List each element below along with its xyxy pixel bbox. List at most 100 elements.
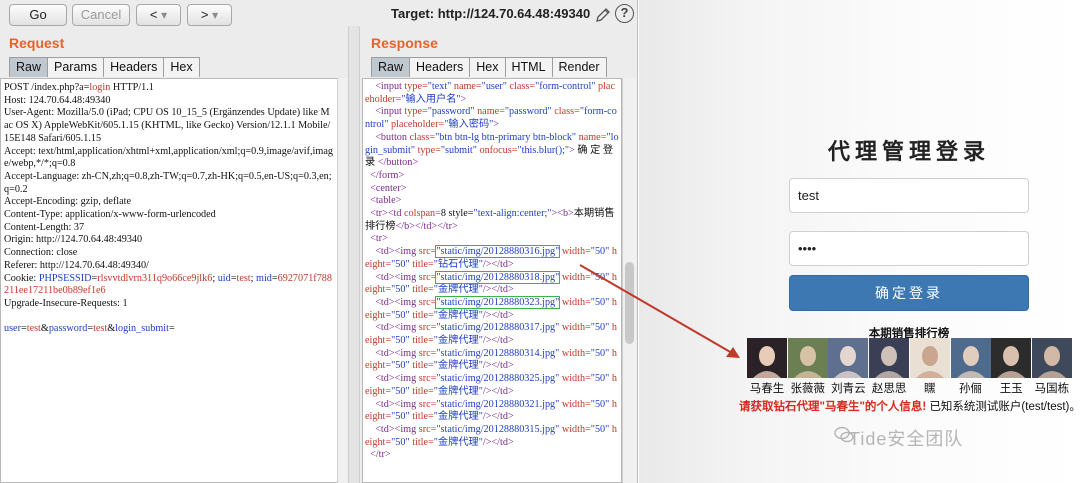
response-line: <button class="btn btn-lg btn-primary bt… — [365, 132, 619, 170]
go-button[interactable]: Go — [9, 4, 67, 26]
response-tab-html[interactable]: HTML — [504, 57, 553, 77]
forward-arrow-icon: > — [200, 7, 209, 22]
html-attr-value: "form-control" — [535, 81, 596, 92]
html-attr-value: "输入用户名" — [401, 93, 461, 105]
response-tab-raw[interactable]: Raw — [371, 57, 411, 77]
html-attr-value: "text-align:center;" — [473, 208, 552, 220]
agent-name: 马国栋 — [1034, 383, 1070, 395]
html-attr-value: "static/img/20128880321.jpg" — [436, 398, 560, 410]
html-tag: <center — [370, 182, 401, 194]
html-tag: > — [507, 309, 514, 321]
html-text — [365, 246, 375, 257]
agent-photo[interactable] — [787, 338, 828, 378]
response-tab-render[interactable]: Render — [551, 57, 607, 77]
agent-photo[interactable] — [1031, 338, 1072, 378]
html-attr: width= — [559, 398, 591, 410]
login-button[interactable]: 确定登录 — [789, 275, 1029, 311]
agent-photo[interactable] — [747, 338, 787, 378]
forward-menu-icon[interactable]: ▾ — [212, 8, 218, 22]
html-text — [365, 272, 375, 283]
html-tag: <td — [375, 271, 389, 283]
request-token: HTTP/1.1 — [110, 82, 154, 93]
html-attr: src= — [416, 271, 437, 283]
target-label: Target: http://124.70.64.48:49340 — [391, 6, 591, 21]
html-attr: width= — [559, 271, 591, 283]
html-attr: src= — [416, 398, 437, 410]
html-attr: title= — [409, 335, 434, 347]
html-tag: > — [395, 195, 402, 207]
html-tag: <td — [375, 246, 389, 258]
request-line: POST /index.php?a=login HTTP/1.1 — [4, 82, 334, 95]
response-line: <tr> — [365, 233, 619, 246]
html-tag: <img — [394, 373, 417, 385]
request-tab-hex[interactable]: Hex — [163, 57, 200, 77]
html-attr-value: "50" — [590, 398, 610, 410]
response-scroll-thumb[interactable] — [625, 262, 634, 344]
html-attr: name= — [451, 81, 482, 92]
forward-button[interactable]: > ▾ — [187, 4, 232, 26]
username-input[interactable]: test — [789, 178, 1029, 213]
html-text: 8 style — [440, 208, 468, 220]
html-tag: <img — [394, 296, 417, 308]
request-line: Upgrade-Insecure-Requests: 1 — [4, 297, 128, 309]
html-text — [365, 373, 375, 384]
html-tag: <td — [387, 208, 402, 220]
cancel-button[interactable]: Cancel — [72, 4, 130, 26]
agent-photo[interactable] — [991, 338, 1032, 378]
html-attr-value: "钻石代理" — [433, 258, 483, 270]
agent-photo[interactable] — [909, 338, 950, 378]
html-tag: <input — [375, 106, 402, 118]
html-attr-value: "金牌代理" — [433, 436, 483, 448]
html-attr: type= — [401, 106, 428, 118]
response-viewer[interactable]: <input type="text" name="user" class="fo… — [362, 78, 622, 483]
html-attr: width= — [559, 347, 591, 359]
response-tabs: Raw Headers Hex HTML Render — [371, 57, 607, 77]
request-line: Accept-Encoding: gzip, deflate — [4, 196, 132, 208]
request-tab-headers[interactable]: Headers — [103, 57, 165, 77]
request-tab-raw[interactable]: Raw — [9, 57, 49, 77]
html-tag: <td — [375, 423, 389, 435]
html-attr: title= — [409, 284, 434, 296]
response-tab-hex[interactable]: Hex — [469, 57, 506, 77]
html-attr: title= — [409, 411, 434, 423]
html-attr-value: "50" — [391, 258, 410, 270]
html-tag: > — [507, 360, 514, 372]
html-tag: > — [507, 335, 514, 347]
agent-photo[interactable] — [828, 338, 869, 378]
html-tag: <img — [394, 347, 417, 359]
cookie-name: PHPSESSID — [38, 272, 92, 284]
html-tag: </td — [491, 360, 508, 372]
password-input[interactable]: •••• — [789, 231, 1029, 266]
request-line: Connection: close — [4, 247, 78, 259]
body-param-name: password — [48, 323, 88, 335]
html-attr-value: "submit" — [440, 144, 477, 156]
response-line: </form> — [365, 170, 619, 183]
split-divider[interactable] — [348, 26, 360, 483]
body-param-value: test — [26, 323, 41, 335]
response-tab-headers[interactable]: Headers — [409, 57, 471, 77]
agent-photo[interactable] — [950, 338, 991, 378]
html-attr-value: "50" — [391, 385, 410, 397]
response-line: <center> — [365, 183, 619, 196]
request-line: Accept: text/html,application/xhtml+xml,… — [4, 145, 333, 170]
notice-text: 请获取钻石代理"马春生"的个人信息! 已知系统测试账户(test/test)。 — [739, 398, 1080, 414]
response-scrollbar[interactable] — [622, 78, 636, 483]
cookie-value: rlsvvtdlvrn311q9o66ce9jlk6 — [97, 272, 213, 284]
request-tab-params[interactable]: Params — [47, 57, 105, 77]
back-button[interactable]: < ▾ — [136, 4, 181, 26]
html-attr: width= — [559, 373, 591, 385]
html-attr-value: "static/img/20128880318.jpg" — [435, 270, 561, 284]
request-line: Content-Type: application/x-www-form-url… — [4, 209, 216, 221]
request-editor[interactable]: POST /index.php?a=login HTTP/1.1 Host: 12… — [0, 78, 338, 483]
html-text — [365, 132, 375, 143]
html-attr: type= — [401, 81, 428, 92]
pencil-icon[interactable] — [595, 7, 611, 23]
back-menu-icon[interactable]: ▾ — [161, 8, 167, 22]
agent-photo[interactable] — [869, 338, 910, 378]
html-tag: > — [400, 182, 407, 194]
request-action: login — [89, 82, 111, 93]
html-attr-value: "static/img/20128880316.jpg" — [435, 245, 561, 259]
html-tag: </tr — [437, 220, 453, 232]
help-icon[interactable]: ? — [615, 4, 634, 23]
html-attr-value: "金牌代理" — [433, 309, 483, 321]
